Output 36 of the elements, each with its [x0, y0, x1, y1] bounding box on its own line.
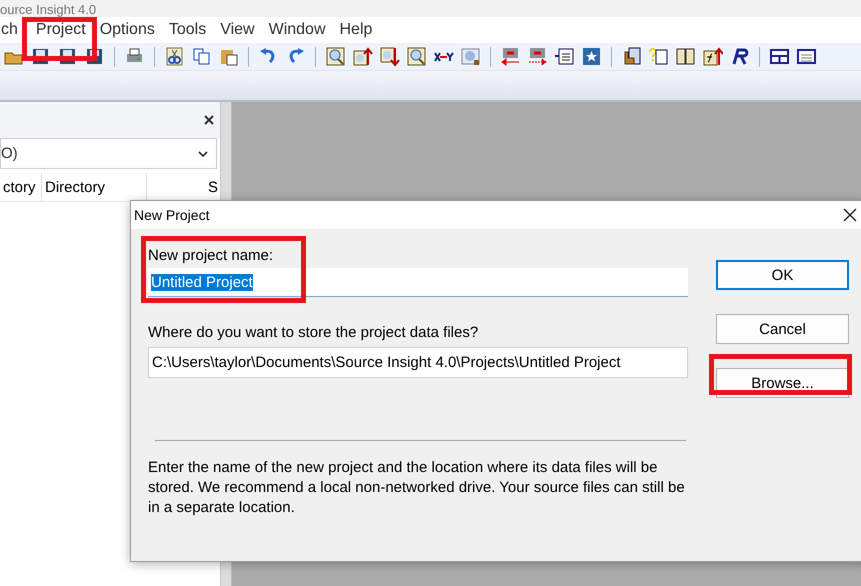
menu-item[interactable]: Help — [332, 21, 380, 39]
copy-icon[interactable] — [191, 46, 212, 67]
column-header[interactable]: S — [146, 173, 220, 201]
function-icon[interactable] — [702, 46, 723, 67]
menu-item[interactable]: Tools — [162, 21, 214, 39]
search-icon[interactable] — [325, 46, 346, 67]
search-icon[interactable] — [406, 46, 427, 67]
dialog-button[interactable]: Cancel — [716, 314, 849, 344]
search-down-icon[interactable] — [379, 46, 400, 67]
help-icon[interactable] — [648, 46, 669, 67]
menu-item[interactable]: Options — [92, 21, 162, 39]
close-icon[interactable] — [204, 115, 214, 125]
menu-item[interactable]: Project — [28, 21, 93, 39]
list-icon[interactable] — [554, 46, 575, 67]
field-label: Where do you want to store the project data files? — [148, 324, 480, 341]
project-name-field[interactable]: Untitled Project — [148, 268, 688, 297]
chevron-down-icon — [198, 150, 208, 156]
close-icon[interactable] — [843, 208, 857, 222]
field-label: New project name: — [148, 247, 274, 264]
window-title: ource Insight 4.0 — [0, 3, 96, 17]
dialog-title: New Project — [134, 207, 210, 223]
column-header[interactable]: ctory — [0, 173, 42, 201]
scissors-icon[interactable] — [164, 46, 185, 67]
project-dropdown[interactable]: O) — [0, 138, 217, 169]
grid-layout-icon[interactable] — [769, 46, 790, 67]
description-text: Enter the name of the new project and the location where its data files will be stored. We recommend a local non-networked drive. Your source files can still be in a separate location. — [148, 458, 686, 518]
jump-forward-icon[interactable] — [527, 46, 548, 67]
book-icon[interactable] — [675, 46, 696, 67]
menu-item[interactable]: Window — [262, 21, 332, 39]
menu-item[interactable]: ch — [1, 21, 25, 39]
location-field[interactable]: C:\Users\taylor\Documents\Source Insight 4.0\Projects\Untitled Project — [148, 347, 688, 378]
menu-item[interactable]: View — [213, 21, 262, 39]
jump-back-icon[interactable] — [500, 46, 521, 67]
search-up-icon[interactable] — [352, 46, 373, 67]
text-lines-icon[interactable] — [796, 46, 817, 67]
dialog-button[interactable]: OK — [716, 260, 849, 290]
